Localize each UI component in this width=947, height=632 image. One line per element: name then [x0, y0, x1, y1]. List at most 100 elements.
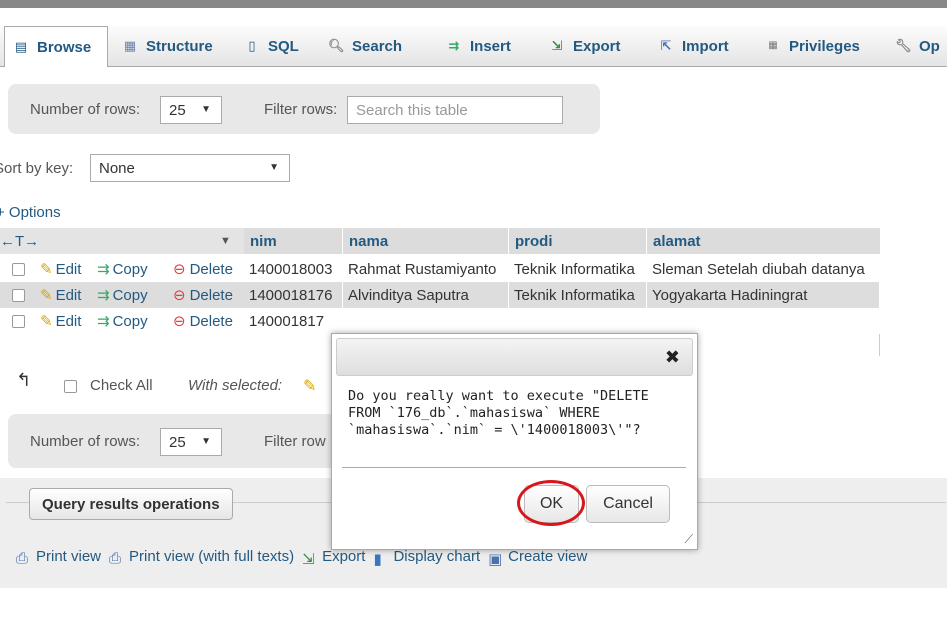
insert-icon: ⇉ — [448, 38, 460, 53]
column-header-nim[interactable]: nim — [244, 228, 342, 254]
cell-nama: Rahmat Rustamiyanto — [343, 256, 509, 282]
filter-rows-input[interactable]: Search this table — [347, 96, 563, 124]
column-header-nama[interactable]: nama — [343, 228, 508, 254]
cell-alamat: Sleman Setelah diubah datanya — [647, 256, 880, 282]
sort-dropdown-icon[interactable]: ▼ — [220, 235, 231, 247]
with-selected-label: With selected: — [188, 377, 283, 394]
breadcrumb-bar — [0, 0, 947, 8]
edit-link[interactable]: ✎ Edit — [40, 256, 81, 282]
ok-highlight-ring — [517, 480, 585, 526]
display-chart-link[interactable]: ▮ Display chart — [373, 548, 480, 568]
delete-link[interactable]: ⊖ Delete — [173, 308, 233, 334]
column-header-prodi[interactable]: prodi — [509, 228, 646, 254]
row-checkbox[interactable] — [12, 315, 25, 328]
dialog-titlebar[interactable]: ✖ — [336, 338, 693, 376]
copy-icon: ⇉ — [97, 287, 110, 304]
export-icon: ⇲ — [302, 550, 315, 568]
column-header-alamat[interactable]: alamat — [647, 228, 880, 254]
export-icon: ⇲ — [551, 38, 563, 53]
tab-sql[interactable]: ▯ SQL — [236, 26, 298, 66]
delete-icon: ⊖ — [173, 261, 186, 278]
export-link[interactable]: ⇲ Export — [302, 548, 365, 568]
bulk-edit-icon[interactable]: ✎ — [303, 376, 316, 396]
filter-rows-label: Filter rows: — [264, 101, 338, 118]
tab-privileges[interactable]: ▦ Privileges — [757, 26, 860, 66]
chevron-down-icon: ▼ — [201, 104, 211, 115]
filter-rows-label: Filter row — [264, 433, 326, 450]
chevron-down-icon: ▼ — [269, 162, 279, 173]
tab-browse[interactable]: ▤ Browse — [4, 26, 108, 67]
tab-operations[interactable]: 🔧︎ Op — [887, 26, 940, 66]
close-icon[interactable]: ✖ — [665, 347, 680, 368]
rows-select[interactable]: 25 ▼ — [160, 96, 222, 124]
create-view-link[interactable]: ▣ Create view — [488, 548, 587, 568]
table-row: ✎ Edit ⇉ Copy ⊖ Delete 1400018003 Rahmat Ru… — [0, 256, 880, 282]
copy-link[interactable]: ⇉ Copy — [97, 282, 148, 308]
edit-link[interactable]: ✎ Edit — [40, 308, 81, 334]
rows-select[interactable]: 25 ▼ — [160, 428, 222, 456]
arrows-toggle[interactable]: ←T→ — [0, 233, 39, 250]
delete-link[interactable]: ⊖ Delete — [173, 256, 233, 282]
structure-icon: ▦ — [123, 38, 137, 53]
print-view-full-link[interactable]: ⎙ Print view (with full texts) — [109, 548, 294, 567]
create-view-icon: ▣ — [488, 550, 503, 568]
print-view-link[interactable]: ⎙ Print view — [16, 548, 101, 567]
tab-structure[interactable]: ▦ Structure — [114, 26, 213, 66]
dialog-message: Do you really want to execute "DELETE FR… — [348, 388, 649, 438]
cell-prodi: Teknik Informatika — [509, 256, 647, 282]
operations-icon: 🔧︎ — [895, 38, 912, 53]
tab-import[interactable]: ⇱ Import — [650, 26, 729, 66]
pencil-icon: ✎ — [40, 261, 53, 278]
divider — [342, 467, 686, 468]
search-icon: 🔍︎ — [328, 38, 345, 53]
browse-icon: ▤ — [14, 39, 28, 54]
copy-link[interactable]: ⇉ Copy — [97, 256, 148, 282]
cell-alamat: Yogyakarta Hadiningrat — [647, 282, 880, 308]
cancel-button[interactable]: Cancel — [586, 485, 670, 523]
cell-nama: Alvinditya Saputra — [343, 282, 509, 308]
copy-icon: ⇉ — [97, 313, 110, 330]
delete-icon: ⊖ — [173, 287, 186, 304]
chart-icon: ▮ — [373, 550, 382, 568]
cell-rest — [343, 308, 880, 334]
cell-nim: 1400018176 — [244, 282, 343, 308]
tab-insert[interactable]: ⇉ Insert — [438, 26, 511, 66]
privileges-icon: ▦ — [768, 40, 778, 51]
query-results-operations-title: Query results operations — [29, 488, 233, 520]
column-arrows-header[interactable]: ←T→ ▼ — [0, 228, 244, 254]
table-row: ✎ Edit ⇉ Copy ⊖ Delete 1400018176 Alvindity… — [0, 282, 880, 308]
copy-icon: ⇉ — [97, 261, 110, 278]
chevron-down-icon: ▼ — [201, 436, 211, 447]
edit-link[interactable]: ✎ Edit — [40, 282, 81, 308]
arrow-up-left-icon: ↰ — [16, 370, 32, 390]
row-checkbox[interactable] — [12, 289, 25, 302]
check-all-label[interactable]: Check All — [90, 377, 153, 394]
table-edge — [879, 334, 880, 356]
check-all-checkbox[interactable] — [64, 380, 77, 393]
pencil-icon: ✎ — [40, 313, 53, 330]
confirm-dialog: ✖ Do you really want to execute "DELETE … — [331, 333, 698, 550]
rows-label: Number of rows: — [30, 433, 141, 450]
options-toggle[interactable]: + Options — [0, 204, 61, 221]
resize-handle-icon[interactable]: ⟋ — [685, 532, 693, 547]
tab-search[interactable]: 🔍︎ Search — [320, 26, 402, 66]
table-row: ✎ Edit ⇉ Copy ⊖ Delete 140001817 — [0, 308, 880, 334]
cell-prodi: Teknik Informatika — [509, 282, 647, 308]
import-icon: ⇱ — [660, 38, 672, 53]
row-checkbox[interactable] — [12, 263, 25, 276]
pencil-icon: ✎ — [40, 287, 53, 304]
sort-by-key-select[interactable]: None ▼ — [90, 154, 290, 182]
copy-link[interactable]: ⇉ Copy — [97, 308, 148, 334]
ops-links: ⎙ Print view ⎙ Print view (with full texts… — [16, 548, 587, 568]
print-icon: ⎙ — [16, 549, 29, 567]
tab-export[interactable]: ⇲ Export — [541, 26, 621, 66]
cell-nim: 140001817 — [244, 308, 343, 334]
sql-icon: ▯ — [248, 38, 256, 53]
cell-nim: 1400018003 — [244, 256, 343, 282]
tab-bar: ▤ Browse ▦ Structure ▯ SQL 🔍︎ Search ⇉ Insert… — [0, 8, 947, 76]
rows-label: Number of rows: — [30, 101, 141, 118]
delete-link[interactable]: ⊖ Delete — [173, 282, 233, 308]
print-icon: ⎙ — [109, 549, 122, 567]
delete-icon: ⊖ — [173, 313, 186, 330]
sort-by-key-label: Sort by key: — [0, 160, 74, 177]
